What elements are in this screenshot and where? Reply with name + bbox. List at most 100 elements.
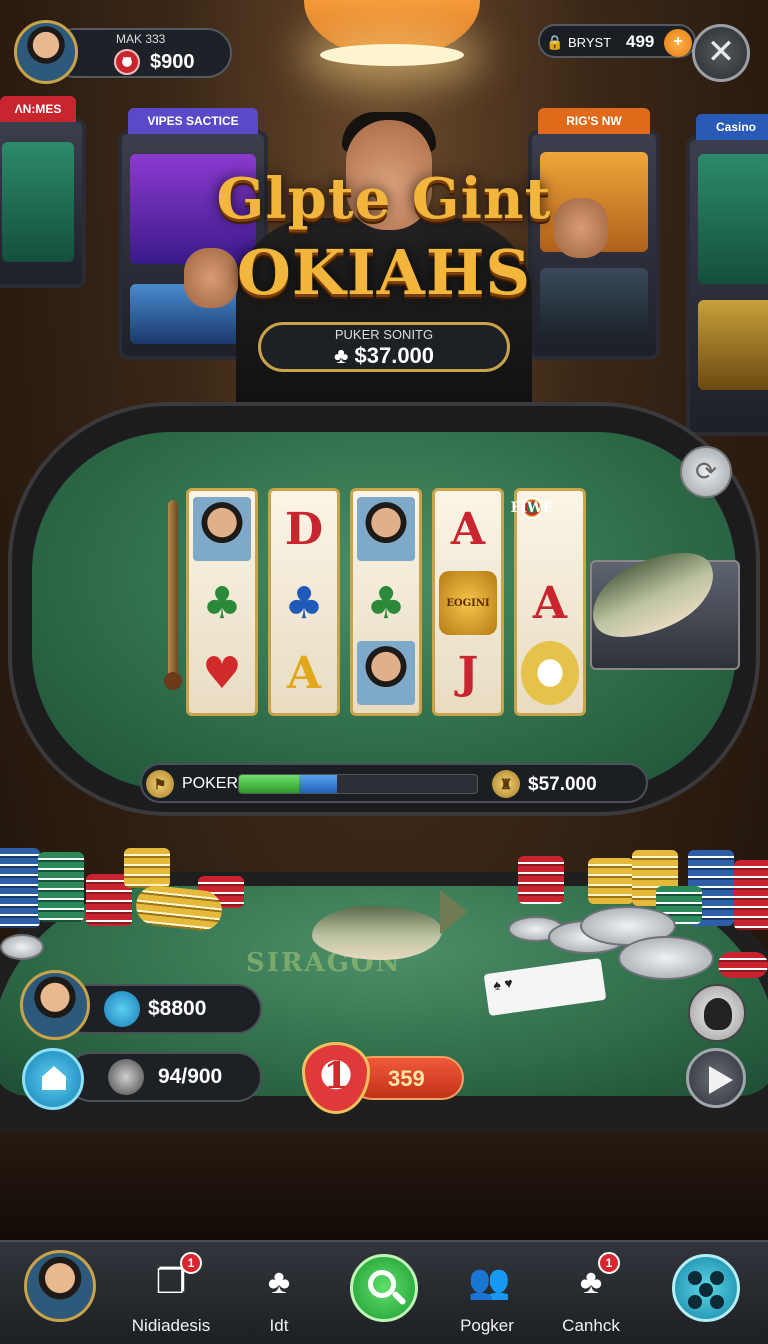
bottom-nav: ❐ 1 Nidiadesis ♣ Idt 👥 Pogker ♣ 1 Canhck: [0, 1240, 768, 1344]
nav-item-label: Canhck: [562, 1316, 620, 1335]
splash-icon: [108, 1059, 144, 1095]
coin-icon: XI: [114, 49, 140, 75]
bet-number-badge: 1: [302, 1042, 370, 1114]
slot-lever[interactable]: [168, 500, 178, 680]
silver-coin: [618, 936, 714, 980]
bet-value: 359: [388, 1066, 425, 1091]
player-hud: MAK 333 XI $900: [14, 20, 232, 84]
lamp-glow: [320, 44, 464, 66]
reel-symbol: J: [457, 647, 479, 699]
player2-balance: 94/900: [158, 1065, 223, 1088]
mask-icon: [704, 998, 732, 1030]
player-name: MAK 333: [116, 32, 166, 46]
nav-profile-avatar[interactable]: [24, 1250, 96, 1322]
grid-dot: [688, 1295, 702, 1309]
poker-progress-label: POKER: [182, 775, 239, 792]
chip-stack: [124, 848, 170, 888]
progress-fill-blue: [299, 775, 338, 793]
trophy-icon: ♜: [492, 770, 520, 798]
reel-symbol: ♣: [202, 577, 242, 629]
currency-value: 499: [626, 32, 655, 51]
chip-stack: [588, 858, 634, 904]
reel-symbol: ♣: [366, 577, 406, 629]
game-title-line2: OKIAHS: [236, 236, 532, 309]
fish-tail: [440, 890, 468, 934]
poker-progress: ⚑ POKER ♜ $57.000: [140, 763, 648, 803]
reel-symbol-badge: FIWE: [511, 497, 553, 519]
club-icon: ♣: [267, 1263, 291, 1301]
nav-item-label: Pogker: [460, 1316, 514, 1335]
nav-item-label: Nidiadesis: [131, 1316, 211, 1335]
progress-fill: [239, 775, 338, 793]
mask-button[interactable]: [688, 984, 746, 1042]
currency-hud: 🔒 BRYST 499 +: [538, 24, 696, 58]
reel-symbol: ♣: [284, 577, 324, 629]
chip-stack: [0, 848, 40, 928]
reel-symbol: A: [450, 503, 486, 555]
silver-coin: [0, 934, 44, 960]
notification-badge: 1: [180, 1252, 202, 1274]
play-icon: [709, 1066, 733, 1094]
reel-symbol-face: [357, 497, 415, 561]
fish: [312, 906, 442, 960]
reel: ♣: [350, 488, 422, 716]
nav-item-users[interactable]: 👥 Pogker: [432, 1254, 542, 1340]
game-title-line1: Glpte Gint: [216, 166, 552, 232]
grid-dot: [710, 1271, 724, 1285]
slot-reels: ♣ ♥ D ♣ A ♣ A EOGINI J FIWE A: [186, 488, 590, 716]
player1-avatar[interactable]: [20, 970, 90, 1040]
nav-item-cards[interactable]: ❐ 1 Nidiadesis: [116, 1252, 226, 1340]
poker-progress-value: $57.000: [528, 774, 597, 795]
slot-lever-knob[interactable]: [164, 672, 182, 690]
home-button[interactable]: [22, 1048, 84, 1110]
chip-stack: [718, 952, 768, 978]
progress-track: [238, 774, 478, 794]
search-button[interactable]: [350, 1254, 418, 1322]
nav-item-label: Idt: [269, 1316, 289, 1335]
grid-dot: [710, 1295, 724, 1309]
jackpot-label: PUKER SONITG: [334, 327, 434, 342]
reel: D ♣ A: [268, 488, 340, 716]
search-icon-handle: [391, 1290, 407, 1306]
grid-dot: [688, 1271, 702, 1285]
close-button[interactable]: ✕: [692, 24, 750, 82]
home-icon: [42, 1066, 66, 1090]
lock-icon: 🔒: [546, 34, 564, 50]
player-balance: $900: [150, 51, 195, 73]
floor: [0, 1120, 768, 1240]
player1-bar: $8800: [60, 984, 262, 1034]
spin-coin-button[interactable]: ⟳: [680, 446, 732, 498]
reel-symbol: D: [284, 503, 324, 555]
player1-balance: $8800: [148, 997, 207, 1020]
close-icon: ✕: [706, 33, 736, 71]
currency-label: BRYST: [568, 35, 612, 50]
play-button[interactable]: [686, 1048, 746, 1108]
bet-button[interactable]: 359 1: [302, 1042, 464, 1114]
menu-grid-button[interactable]: [672, 1254, 740, 1322]
bird-icon: [104, 991, 140, 1027]
poker-progress-icon: ⚑: [146, 770, 174, 798]
reel-symbol-sun: [521, 641, 579, 705]
nav-item-check[interactable]: ♣ 1 Canhck: [536, 1252, 646, 1340]
reel: FIWE A: [511, 488, 586, 716]
player2-bar: 94/900: [66, 1052, 262, 1102]
player-avatar[interactable]: [14, 20, 78, 84]
chip-stack: [38, 852, 84, 922]
reel-symbol-face: [193, 497, 251, 561]
notification-badge: 1: [598, 1252, 620, 1274]
users-icon: 👥: [468, 1263, 511, 1301]
chip-stack: [734, 860, 768, 930]
reel: A EOGINI J: [432, 488, 504, 716]
reel-symbol-face: [357, 641, 415, 705]
jackpot-panel: PUKER SONITG ♣ $37.000: [258, 322, 510, 372]
grid-dot: [699, 1283, 713, 1297]
plus-icon[interactable]: +: [664, 29, 692, 57]
reel-symbol: A: [286, 647, 322, 699]
reel-symbol: ♥: [202, 647, 242, 699]
nav-item-club[interactable]: ♣ Idt: [224, 1254, 334, 1340]
chip-stack: [518, 856, 564, 904]
reel: ♣ ♥: [186, 488, 258, 716]
jackpot-amount: ♣ $37.000: [333, 343, 435, 368]
reel-symbol: A: [532, 577, 568, 629]
reel-symbol-gold-heart: EOGINI: [439, 571, 497, 635]
